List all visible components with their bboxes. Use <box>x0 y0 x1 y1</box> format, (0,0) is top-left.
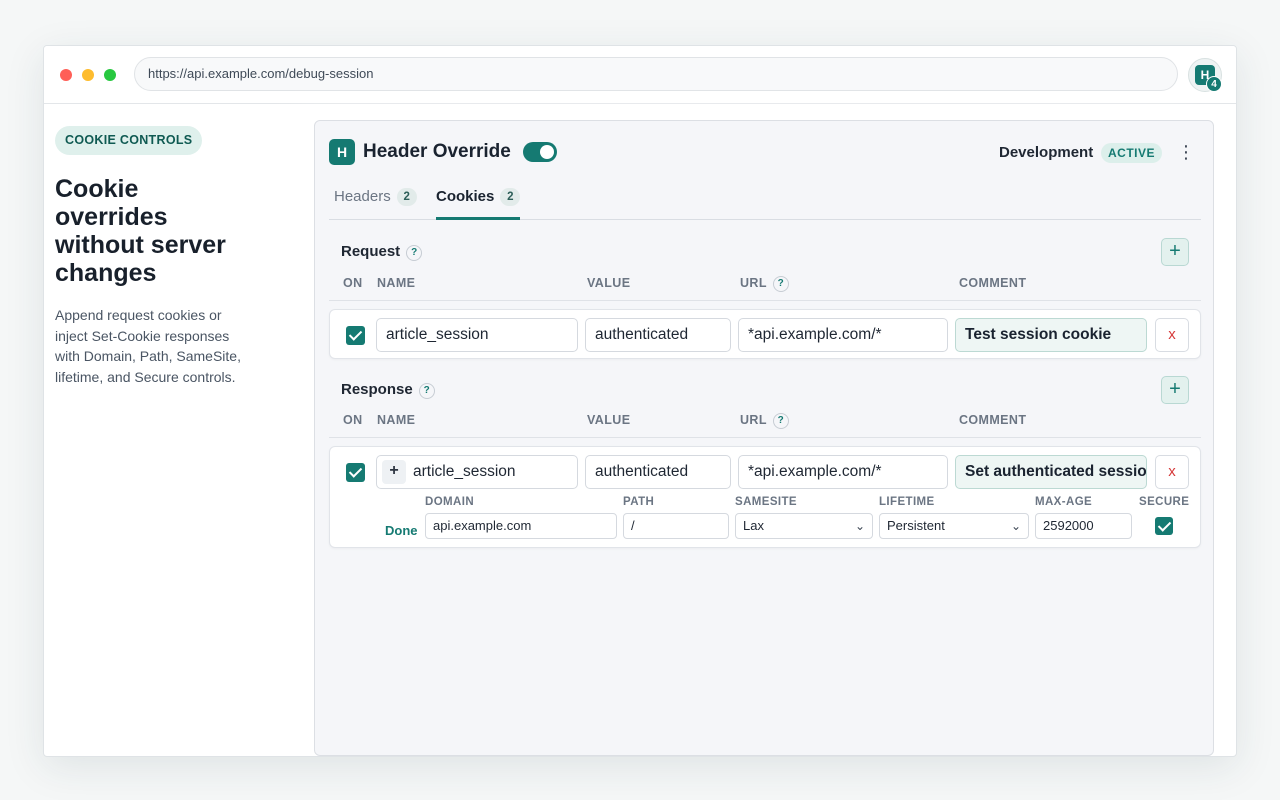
response-delete-button[interactable]: x <box>1155 455 1189 489</box>
expand-cookie-attributes-button[interactable]: + <box>382 460 406 484</box>
col-comment: COMMENT <box>959 276 1027 290</box>
request-name-input[interactable]: article_session <box>376 318 578 352</box>
chevron-down-icon: ⌄ <box>1010 519 1021 533</box>
kebab-icon[interactable]: ⋮ <box>1177 140 1195 164</box>
intro-title: Cookie overrides without server changes <box>55 175 226 287</box>
col-on: ON <box>343 276 363 290</box>
col-comment-response: COMMENT <box>959 413 1027 427</box>
tab-cookies[interactable]: Cookies 2 <box>436 188 521 220</box>
response-header-divider <box>329 437 1201 438</box>
secure-checkbox[interactable] <box>1155 517 1173 535</box>
tab-headers[interactable]: Headers 2 <box>334 188 417 220</box>
request-row-enabled-checkbox[interactable] <box>346 326 365 345</box>
tab-cookies-label: Cookies <box>436 188 495 205</box>
path-label: PATH <box>623 496 655 508</box>
response-comment-input[interactable]: Set authenticated session <box>955 455 1147 489</box>
app-title: Header Override <box>363 141 511 162</box>
minimize-window-dot[interactable] <box>82 69 94 81</box>
response-section-title: Response? <box>341 381 435 399</box>
col-name-response: NAME <box>377 413 416 427</box>
request-comment-input[interactable]: Test session cookie <box>955 318 1147 352</box>
browser-window: https://api.example.com/debug-session H … <box>43 45 1237 757</box>
tab-headers-count: 2 <box>396 188 417 206</box>
col-url-label: URL <box>740 276 767 290</box>
response-title-label: Response <box>341 381 413 398</box>
response-row: + article_session authenticated *api.exam… <box>329 446 1201 548</box>
samesite-value: Lax <box>743 518 764 533</box>
intro-column: COOKIE CONTROLS Cookie overrides without… <box>55 126 265 387</box>
lifetime-select[interactable]: Persistent ⌄ <box>879 513 1029 539</box>
col-url-response: URL? <box>740 413 789 429</box>
extension-button[interactable]: H 4 <box>1188 58 1222 92</box>
tab-bar: Headers 2 Cookies 2 <box>329 179 1201 220</box>
path-input[interactable]: / <box>623 513 729 539</box>
col-url: URL? <box>740 276 789 292</box>
samesite-label: SAMESITE <box>735 496 797 508</box>
tab-cookies-count: 2 <box>500 188 521 206</box>
toggle-knob <box>540 145 554 159</box>
request-value-input[interactable]: authenticated <box>585 318 731 352</box>
col-value-response: VALUE <box>587 413 631 427</box>
samesite-select[interactable]: Lax ⌄ <box>735 513 873 539</box>
maxage-input[interactable]: 2592000 <box>1035 513 1132 539</box>
app-logo-icon: H <box>329 139 355 165</box>
request-help-icon[interactable]: ? <box>406 245 423 261</box>
domain-label: DOMAIN <box>425 496 475 508</box>
response-value-input[interactable]: authenticated <box>585 455 731 489</box>
domain-input[interactable]: api.example.com <box>425 513 617 539</box>
col-name: NAME <box>377 276 416 290</box>
section-pill: COOKIE CONTROLS <box>55 126 203 155</box>
url-response-help-icon[interactable]: ? <box>772 413 789 429</box>
browser-toolbar: https://api.example.com/debug-session H … <box>44 46 1236 104</box>
request-url-input[interactable]: *api.example.com/* <box>738 318 948 352</box>
extension-panel: H Header Override Development ACTIVE ⋮ H… <box>314 120 1214 756</box>
url-help-icon[interactable]: ? <box>772 276 789 292</box>
request-delete-button[interactable]: x <box>1155 318 1189 352</box>
environment-status-badge: ACTIVE <box>1101 143 1163 163</box>
intro-description: Append request cookies or inject Set-Coo… <box>55 307 241 385</box>
secure-label: SECURE <box>1139 496 1190 508</box>
response-name-text: article_session <box>413 463 516 480</box>
enable-toggle[interactable] <box>523 142 557 162</box>
response-row-enabled-checkbox[interactable] <box>346 463 365 482</box>
address-bar[interactable]: https://api.example.com/debug-session <box>134 57 1178 91</box>
col-on-response: ON <box>343 413 363 427</box>
response-url-input[interactable]: *api.example.com/* <box>738 455 948 489</box>
col-url-response-label: URL <box>740 413 767 427</box>
col-value: VALUE <box>587 276 631 290</box>
request-title-label: Request <box>341 243 401 260</box>
maxage-label: MAX-AGE <box>1035 496 1093 508</box>
add-request-cookie-button[interactable]: + <box>1161 238 1189 266</box>
environment-name[interactable]: Development <box>999 144 1093 161</box>
maximize-window-dot[interactable] <box>104 69 116 81</box>
request-section-title: Request? <box>341 243 423 261</box>
add-response-cookie-button[interactable]: + <box>1161 376 1189 404</box>
response-help-icon[interactable]: ? <box>418 383 435 399</box>
extension-badge: 4 <box>1206 76 1222 92</box>
header-divider <box>329 300 1201 301</box>
done-link[interactable]: Done <box>385 523 418 538</box>
request-row: article_session authenticated *api.examp… <box>329 309 1201 359</box>
response-name-input[interactable]: + article_session <box>376 455 578 489</box>
tab-headers-label: Headers <box>334 188 391 205</box>
lifetime-label: LIFETIME <box>879 496 935 508</box>
close-window-dot[interactable] <box>60 69 72 81</box>
chevron-down-icon: ⌄ <box>854 519 865 533</box>
lifetime-value: Persistent <box>887 518 945 533</box>
